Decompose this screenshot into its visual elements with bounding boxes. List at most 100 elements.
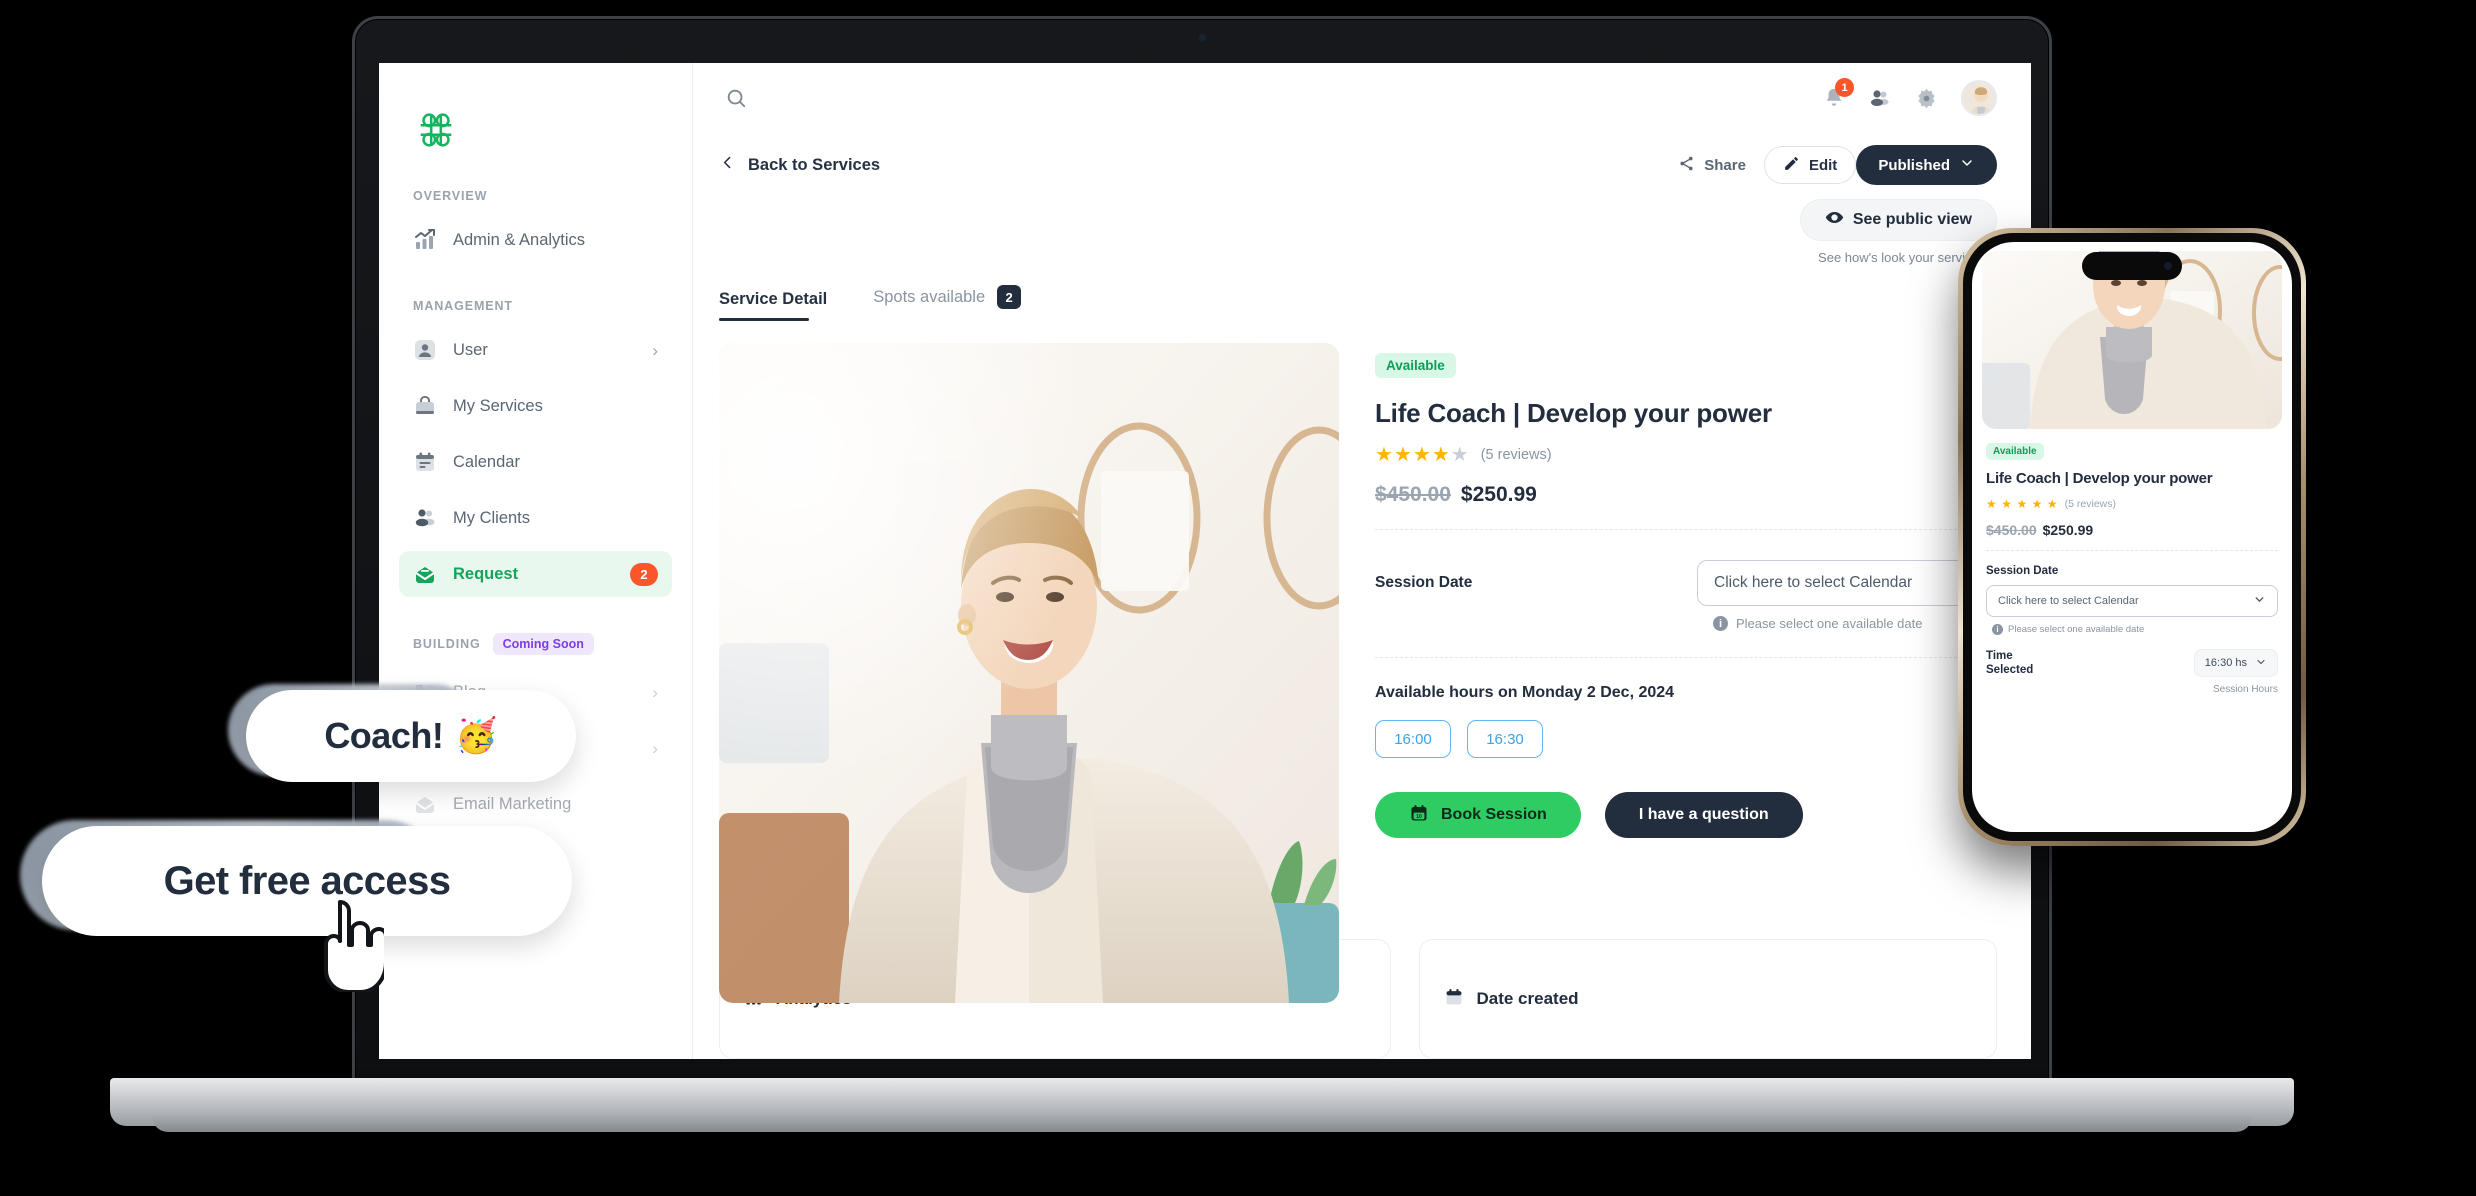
tab-spots-available[interactable]: Spots available 2: [873, 285, 1022, 321]
star-icon: ★: [2001, 497, 2012, 511]
app-window: OVERVIEW Admin & Analytics MANAGEMENT Us…: [379, 63, 2031, 1059]
sidebar-item-request[interactable]: Request 2: [399, 551, 672, 597]
sidebar-item-label: Calendar: [453, 452, 520, 471]
sidebar-item-label: User: [453, 340, 488, 359]
phone-time-label-line2: Selected: [1986, 664, 2034, 677]
phone-content: Available Life Coach | Develop your powe…: [1972, 429, 2292, 695]
cta-row: 10 Book Session I have a question: [1375, 792, 1997, 838]
tab-count-badge: 2: [997, 285, 1022, 309]
email-marketing-icon: [413, 792, 437, 816]
sidebar-item-admin-analytics[interactable]: Admin & Analytics: [399, 217, 672, 263]
phone-service-title: Life Coach | Develop your power: [1986, 470, 2213, 487]
price-original: $450.00: [1375, 483, 1451, 506]
public-view-row: See public view See how's look your serv…: [693, 185, 2031, 265]
question-label: I have a question: [1638, 806, 1769, 823]
calendar-icon: [1444, 987, 1464, 1012]
phone-mockup: Available Life Coach | Develop your powe…: [1958, 228, 2306, 846]
hour-chip[interactable]: 16:30: [1467, 720, 1543, 758]
chevron-down-icon: [1959, 155, 1975, 175]
book-session-label: Book Session: [1441, 806, 1547, 823]
phone-status-badge: Available: [1986, 443, 2044, 460]
phone-bezel: Available Life Coach | Develop your powe…: [1963, 233, 2301, 841]
hour-chip[interactable]: 16:00: [1375, 720, 1451, 758]
content-area: Available Life Coach | Develop your powe…: [693, 321, 2031, 1003]
phone-time-value: 16:30 hs: [2204, 657, 2247, 670]
sidebar-item-label: My Clients: [453, 508, 531, 527]
phone-session-hours-label: Session Hours: [2212, 683, 2278, 695]
session-date-value: Click here to select Calendar: [1714, 574, 1913, 591]
sidebar-item-label: Request: [453, 564, 519, 583]
svg-text:10: 10: [1416, 814, 1422, 820]
sidebar-group-label: BUILDING: [413, 637, 481, 651]
price-row: $450.00 $250.99: [1375, 483, 1997, 530]
sidebar-item-email-marketing[interactable]: Email Marketing: [399, 781, 672, 827]
get-free-access-bubble[interactable]: Get free access: [42, 826, 572, 936]
laptop-mockup: OVERVIEW Admin & Analytics MANAGEMENT Us…: [110, 16, 2294, 1132]
phone-time-select[interactable]: 16:30 hs: [2193, 649, 2278, 678]
get-free-access-text: Get free access: [163, 858, 451, 903]
phone-price-current: $250.99: [2042, 522, 2094, 538]
back-label: Back to Services: [748, 155, 881, 174]
session-date-hint: Please select one available date: [1736, 616, 1923, 631]
share-button[interactable]: Share: [1660, 146, 1764, 184]
sidebar-item-my-clients[interactable]: My Clients: [399, 495, 672, 541]
book-session-button[interactable]: 10 Book Session: [1375, 792, 1581, 838]
available-hours-list: 16:00 16:30: [1375, 720, 1997, 758]
published-status-dropdown[interactable]: Published: [1856, 145, 1997, 185]
calendar-icon: 10: [1409, 803, 1429, 828]
chevron-right-icon: ›: [652, 682, 658, 702]
tab-service-detail[interactable]: Service Detail: [719, 290, 827, 321]
tab-bar: Service Detail Spots available 2: [693, 265, 2031, 321]
session-date-hint-row: i Please select one available date: [1697, 616, 1997, 631]
edit-button[interactable]: Edit: [1763, 146, 1857, 184]
phone-session-date-hint-row: i Please select one available date: [1986, 624, 2278, 635]
phone-session-date-label: Session Date: [1986, 565, 2059, 577]
pencil-icon: [1783, 155, 1800, 176]
sidebar-item-calendar[interactable]: Calendar: [399, 439, 672, 485]
screenshot-stage: OVERVIEW Admin & Analytics MANAGEMENT Us…: [0, 0, 2476, 1196]
coach-bubble-text: Coach!: [324, 715, 444, 756]
sidebar-group-label: OVERVIEW: [413, 189, 488, 203]
front-camera-icon: [2164, 262, 2172, 270]
star-rating: ★ ★ ★ ★ ★: [1375, 445, 1469, 465]
sidebar-item-label: Email Marketing: [453, 794, 572, 813]
back-to-services-link[interactable]: Back to Services: [719, 154, 880, 176]
tab-label: Service Detail: [719, 290, 828, 308]
i-have-a-question-button[interactable]: I have a question: [1604, 792, 1803, 838]
star-icon: ★: [2031, 497, 2043, 511]
star-icon: ★: [1375, 444, 1393, 466]
bell-icon[interactable]: 1: [1817, 78, 1854, 115]
session-date-field: Session Date Click here to select Calend…: [1375, 560, 1997, 658]
sidebar-item-user[interactable]: User ›: [399, 327, 672, 373]
party-face-emoji-icon: 🥳: [455, 717, 498, 755]
reviews-count: (5 reviews): [1480, 447, 1552, 463]
gear-icon[interactable]: [1909, 81, 1943, 115]
contacts-icon[interactable]: [1863, 81, 1897, 115]
phone-frame: Available Life Coach | Develop your powe…: [1958, 228, 2306, 846]
sidebar-group-management: MANAGEMENT: [399, 299, 672, 313]
search-icon[interactable]: [719, 81, 753, 115]
session-date-control: Click here to select Calendar i Please s…: [1697, 560, 1997, 631]
page-title: Life Coach | Develop your power: [1375, 398, 1772, 428]
phone-time-row: Time Selected 16:30 hs: [1986, 649, 2278, 678]
avatar[interactable]: [1961, 80, 1997, 116]
phone-price-original: $450.00: [1986, 522, 2037, 538]
star-icon: ★: [1412, 444, 1431, 466]
rating-row: ★ ★ ★ ★ ★ (5 reviews): [1375, 445, 1997, 465]
service-detail-panel: Available Life Coach | Develop your powe…: [1375, 343, 1997, 909]
star-icon: ★: [1393, 444, 1412, 466]
user-icon: [413, 338, 437, 362]
sidebar-item-my-services[interactable]: My Services: [399, 383, 672, 429]
sidebar-item-label: Admin & Analytics: [453, 230, 586, 249]
phone-session-date-select[interactable]: Click here to select Calendar: [1986, 585, 2278, 617]
star-icon: ★: [2016, 497, 2028, 511]
dynamic-island: [2082, 252, 2182, 280]
analytics-chart-icon: [413, 228, 437, 252]
chevron-down-icon: [2253, 593, 2266, 609]
coach-bubble: Coach! 🥳: [246, 690, 576, 782]
session-date-select[interactable]: Click here to select Calendar: [1697, 560, 1997, 606]
brand-logo-icon[interactable]: [413, 107, 459, 153]
date-created-card[interactable]: Date created: [1419, 939, 1997, 1059]
